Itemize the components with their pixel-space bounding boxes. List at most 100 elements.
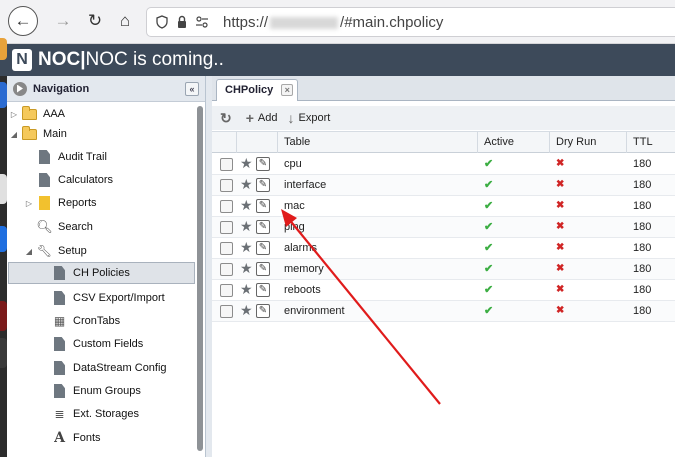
edit-icon[interactable]: ✎	[256, 157, 270, 171]
table-row[interactable]: ★ ✎ reboots ✔ ✖ 180	[212, 280, 675, 301]
wrench-icon: 🔧︎	[36, 244, 53, 258]
column-header-active[interactable]: Active	[478, 132, 550, 153]
back-button[interactable]: ←	[8, 6, 38, 36]
expand-icon[interactable]: ▷	[9, 110, 19, 119]
star-icon[interactable]: ★	[240, 302, 253, 319]
table-row[interactable]: ★ ✎ ping ✔ ✖ 180	[212, 217, 675, 238]
app-title: NOC|NOC is coming..	[38, 49, 224, 71]
row-checkbox[interactable]	[220, 284, 233, 297]
cell-dry-run: ✖	[556, 158, 565, 169]
tree-item-custom-fields[interactable]: Custom Fields	[52, 333, 143, 355]
edit-icon[interactable]: ✎	[256, 283, 270, 297]
tree-item-ch-policies[interactable]: CH Policies	[8, 262, 195, 284]
table-row[interactable]: ★ ✎ mac ✔ ✖ 180	[212, 196, 675, 217]
tree-item-setup[interactable]: ◢ 🔧︎ Setup	[24, 240, 87, 262]
refresh-button[interactable]: ↻	[220, 110, 236, 127]
cell-ttl: 180	[633, 305, 652, 317]
table-row[interactable]: ★ ✎ environment ✔ ✖ 180	[212, 301, 675, 322]
navigation-scrollbar[interactable]	[197, 106, 203, 451]
forward-button[interactable]: →	[48, 6, 78, 36]
row-checkbox[interactable]	[220, 221, 233, 234]
tree-item-audit-trail[interactable]: Audit Trail	[37, 146, 107, 168]
row-checkbox[interactable]	[220, 242, 233, 255]
add-button[interactable]: + Add	[246, 110, 278, 126]
tree-item-label: Custom Fields	[73, 338, 144, 350]
tree-item-reports[interactable]: ▷ Reports	[24, 192, 97, 214]
tree-item-search[interactable]: 🔍︎ Search	[36, 216, 93, 238]
star-icon[interactable]: ★	[240, 281, 253, 298]
export-label: Export	[298, 112, 331, 124]
edit-icon[interactable]: ✎	[256, 199, 270, 213]
tree-item-csv-export-import[interactable]: CSV Export/Import	[52, 287, 165, 309]
star-icon[interactable]: ★	[240, 218, 253, 235]
select-column-header[interactable]	[212, 132, 237, 153]
row-checkbox[interactable]	[220, 158, 233, 171]
tree-item-ext-storages[interactable]: ≣ Ext. Storages	[52, 403, 139, 425]
column-header-table[interactable]: Table	[278, 132, 478, 153]
expand-icon[interactable]: ▷	[24, 199, 34, 208]
cell-dry-run: ✖	[556, 179, 565, 190]
calendar-icon: ▦	[53, 314, 66, 328]
edit-icon[interactable]: ✎	[256, 262, 270, 276]
table-row[interactable]: ★ ✎ interface ✔ ✖ 180	[212, 175, 675, 196]
table-row[interactable]: ★ ✎ alarms ✔ ✖ 180	[212, 238, 675, 259]
collapse-icon[interactable]: ◢	[24, 247, 34, 256]
star-icon[interactable]: ★	[240, 239, 253, 256]
dock-app-icon[interactable]	[0, 174, 7, 204]
dock-app-icon[interactable]	[0, 226, 7, 252]
home-button[interactable]: ⌂	[110, 6, 140, 36]
collapse-icon[interactable]: ◢	[9, 130, 19, 139]
navigation-panel: Navigation « ▷ AAA ◢ Main Audit Trail Ca…	[7, 76, 206, 457]
close-icon[interactable]: ×	[281, 84, 294, 96]
url-text: https:// /#main.chpolicy	[223, 14, 443, 31]
column-header-dry-run[interactable]: Dry Run	[550, 132, 627, 153]
tree-item-fonts[interactable]: A Fonts	[52, 427, 101, 449]
add-label: Add	[257, 112, 278, 124]
column-header-ttl[interactable]: TTL	[627, 132, 675, 153]
edit-icon[interactable]: ✎	[256, 241, 270, 255]
dock-app-icon[interactable]	[0, 82, 7, 108]
dock-app-icon[interactable]	[0, 38, 7, 60]
row-checkbox[interactable]	[220, 179, 233, 192]
collapse-panel-button[interactable]: «	[185, 82, 199, 96]
tree-item-label: Fonts	[73, 432, 101, 444]
tree-item-datastream-config[interactable]: DataStream Config	[52, 357, 167, 379]
row-checkbox[interactable]	[220, 263, 233, 276]
app-logo: N	[12, 49, 32, 71]
font-icon: A	[54, 430, 65, 446]
folder-icon	[22, 105, 37, 121]
tree-item-calculators[interactable]: Calculators	[37, 169, 113, 191]
tree-item-aaa[interactable]: ▷ AAA	[9, 103, 65, 125]
dock-app-icon[interactable]	[0, 301, 7, 331]
reload-button[interactable]: ↻	[80, 6, 110, 36]
cell-ttl: 180	[633, 179, 652, 191]
tree-item-crontabs[interactable]: ▦ CronTabs	[52, 310, 120, 332]
table-row[interactable]: ★ ✎ cpu ✔ ✖ 180	[212, 154, 675, 175]
star-icon[interactable]: ★	[240, 197, 253, 214]
export-button[interactable]: ↓ Export	[288, 110, 331, 126]
edit-icon[interactable]: ✎	[256, 304, 270, 318]
cell-active: ✔	[484, 305, 494, 317]
dock-app-icon[interactable]	[0, 338, 7, 368]
table-row[interactable]: ★ ✎ memory ✔ ✖ 180	[212, 259, 675, 280]
row-checkbox[interactable]	[220, 200, 233, 213]
edit-icon[interactable]: ✎	[256, 178, 270, 192]
address-bar[interactable]: https:// /#main.chpolicy	[146, 7, 675, 37]
url-path: /#main.chpolicy	[340, 13, 444, 31]
cell-active: ✔	[484, 263, 494, 275]
cell-ttl: 180	[633, 242, 652, 254]
tab-chpolicy[interactable]: CHPolicy ×	[216, 79, 299, 101]
tree-item-main[interactable]: ◢ Main	[9, 123, 67, 145]
tree-item-enum-groups[interactable]: Enum Groups	[52, 380, 141, 402]
cell-dry-run: ✖	[556, 200, 565, 211]
tree-item-label: AAA	[43, 108, 66, 120]
cell-dry-run: ✖	[556, 242, 565, 253]
cell-table: interface	[284, 179, 327, 191]
star-icon[interactable]: ★	[240, 260, 253, 277]
edit-icon[interactable]: ✎	[256, 220, 270, 234]
star-icon[interactable]: ★	[240, 176, 253, 193]
star-icon[interactable]: ★	[240, 155, 253, 172]
lock-icon	[178, 15, 186, 28]
row-checkbox[interactable]	[220, 305, 233, 318]
cell-active: ✔	[484, 158, 494, 170]
